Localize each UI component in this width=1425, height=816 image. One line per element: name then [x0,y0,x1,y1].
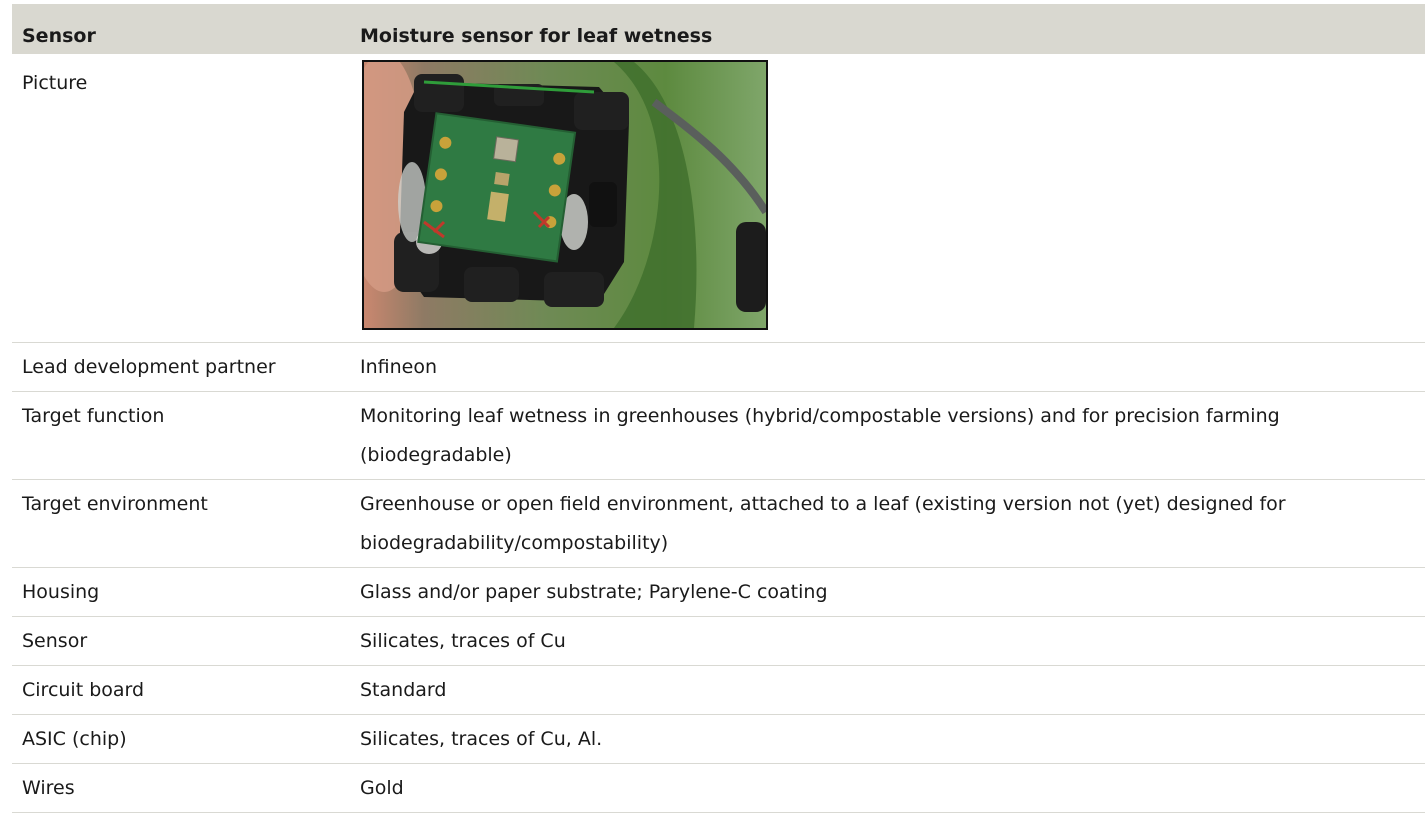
table-row: Housing Glass and/or paper substrate; Pa… [12,568,1425,617]
row-value: Silicates, traces of Cu [360,630,566,652]
sensor-photo [362,60,768,330]
sensor-photo-illustration [364,62,766,328]
row-label: Housing [22,581,100,603]
row-label: Sensor [22,630,88,652]
sensor-spec-table: Sensor Moisture sensor for leaf wetness … [12,4,1425,813]
table-row: Circuit board Standard [12,666,1425,715]
table-row: Sensor Silicates, traces of Cu [12,617,1425,666]
table-row: Lead development partner Infineon [12,343,1425,392]
row-value: Greenhouse or open field environment, at… [360,493,1286,554]
row-value: Gold [360,777,404,799]
row-label: Target function [22,405,165,427]
table-row: ASIC (chip) Silicates, traces of Cu, Al. [12,715,1425,764]
row-label-picture: Picture [22,72,88,94]
row-value: Monitoring leaf wetness in greenhouses (… [360,405,1280,466]
row-label: Target environment [22,493,208,515]
row-value: Standard [360,679,447,701]
table-row: Target function Monitoring leaf wetness … [12,392,1425,480]
table-header-row: Sensor Moisture sensor for leaf wetness [12,4,1425,54]
table-row-picture: Picture [12,54,1425,343]
table-row: Target environment Greenhouse or open fi… [12,480,1425,568]
row-label: Circuit board [22,679,145,701]
row-label: Wires [22,777,75,799]
row-value: Glass and/or paper substrate; Parylene-C… [360,581,828,603]
row-label: ASIC (chip) [22,728,127,750]
row-label: Lead development partner [22,356,276,378]
table-row: Wires Gold [12,764,1425,813]
row-value: Silicates, traces of Cu, Al. [360,728,603,750]
row-value: Infineon [360,356,438,378]
